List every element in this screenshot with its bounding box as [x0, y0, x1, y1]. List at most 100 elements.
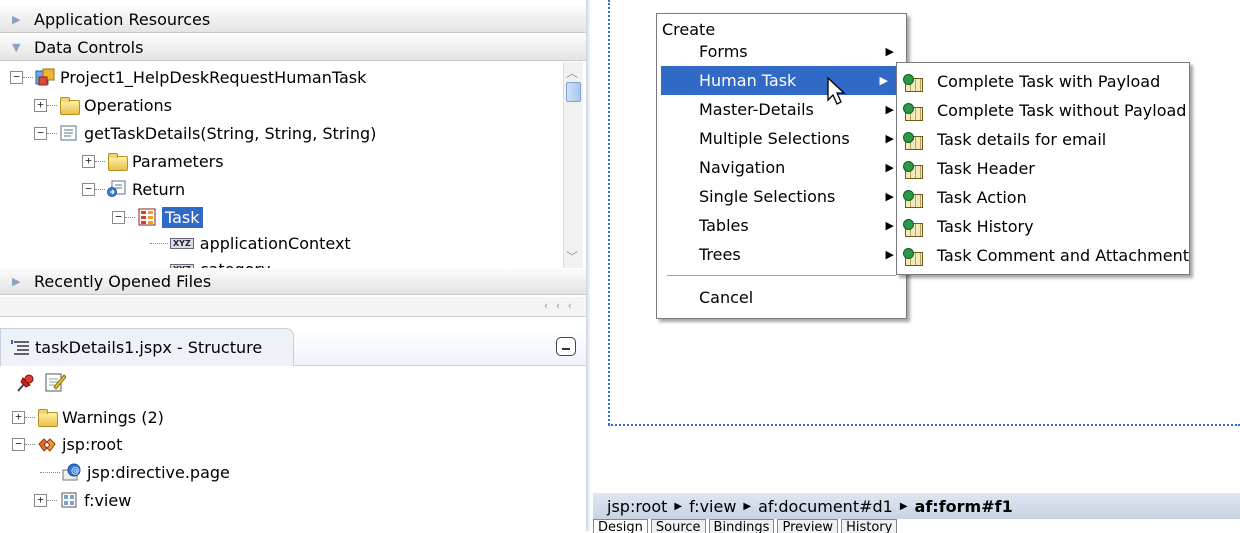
panel-splitter[interactable]	[586, 0, 590, 531]
folder-icon	[59, 96, 80, 115]
warnings-label: Warnings (2)	[62, 407, 164, 427]
jsp-root-label: jsp:root	[62, 434, 123, 454]
tree-row-warnings[interactable]: + Warnings (2)	[12, 404, 164, 430]
tree-vertical-scrollbar[interactable]: ︿ ﹀	[563, 62, 583, 268]
structure-tab[interactable]: taskDetails1.jspx - Structure	[0, 328, 294, 366]
xyz-attribute-icon: XYZ	[170, 237, 194, 249]
mouse-cursor-icon	[826, 76, 848, 110]
breadcrumb-separator-icon: ▶	[674, 500, 683, 512]
task-flow-icon	[903, 247, 923, 266]
form-boundary-bottom	[608, 424, 1240, 426]
submenu-item-label: Complete Task without Payload	[937, 101, 1187, 120]
expand-toggle-icon[interactable]: +	[82, 154, 95, 168]
structure-tab-title: taskDetails1.jspx - Structure	[35, 338, 263, 357]
project-label: Project1_HelpDeskRequestHumanTask	[60, 67, 367, 87]
scroll-up-icon[interactable]: ︿	[566, 64, 578, 81]
tree-row-project[interactable]: − Project1_HelpDeskRequestHumanTask	[10, 64, 366, 90]
collapse-toggle-icon[interactable]: −	[10, 70, 23, 84]
submenu-arrow-icon: ▶	[879, 74, 888, 87]
breadcrumb: jsp:root ▶ f:view ▶ af:document#d1 ▶ af:…	[593, 493, 1240, 519]
collapse-toggle-icon[interactable]: −	[34, 126, 47, 140]
minimize-button[interactable]	[556, 337, 576, 356]
pin-icon[interactable]	[14, 372, 36, 398]
submenu-arrow-icon: ▶	[885, 45, 894, 58]
collapse-triangle-icon: ▼	[12, 41, 21, 54]
breadcrumb-separator-icon: ▶	[743, 500, 752, 512]
menu-item-label: Master-Details	[699, 100, 814, 119]
task-label-selected: Task	[162, 206, 203, 228]
submenu-item-task-header[interactable]: Task Header	[897, 154, 1189, 183]
human-task-submenu: Complete Task with Payload Complete Task…	[896, 62, 1190, 275]
tree-row-operations[interactable]: + Operations	[34, 92, 172, 118]
svg-text:@: @	[71, 466, 80, 476]
overflow-arrows-icon[interactable]: ‹ ‹ ‹	[544, 299, 574, 312]
breadcrumb-item-af-document[interactable]: af:document#d1	[758, 497, 893, 516]
expand-toggle-icon[interactable]: +	[12, 410, 25, 424]
tree-row-directive[interactable]: @ jsp:directive.page	[40, 459, 230, 485]
submenu-arrow-icon: ▶	[885, 161, 894, 174]
scroll-down-icon[interactable]: ﹀	[566, 248, 578, 265]
data-controls-header[interactable]: ▼ Data Controls	[0, 35, 586, 61]
submenu-item-complete-with-payload[interactable]: Complete Task with Payload	[897, 67, 1189, 96]
task-flow-icon	[903, 131, 923, 150]
menu-item-navigation[interactable]: Navigation ▶	[657, 153, 906, 182]
menu-item-master-details[interactable]: Master-Details ▶	[657, 95, 906, 124]
application-resources-label: Application Resources	[34, 10, 211, 29]
directive-icon: @	[62, 463, 82, 481]
folder-icon	[107, 152, 128, 171]
menu-item-cancel[interactable]: Cancel	[657, 283, 906, 312]
submenu-item-label: Task Action	[937, 188, 1027, 207]
menu-item-label: Forms	[699, 42, 748, 61]
submenu-item-label: Task Comment and Attachment	[936, 246, 1189, 265]
submenu-item-label: Task Header	[937, 159, 1035, 178]
menu-item-trees[interactable]: Trees ▶	[657, 240, 906, 269]
expand-toggle-icon[interactable]: +	[34, 493, 47, 507]
submenu-item-task-details-email[interactable]: Task details for email	[897, 125, 1189, 154]
task-flow-icon	[903, 160, 923, 179]
tree-row-task[interactable]: − Task	[112, 204, 203, 230]
edit-properties-icon[interactable]	[44, 371, 67, 397]
submenu-item-task-comment[interactable]: Task Comment and Attachment	[897, 241, 1189, 270]
return-label: Return	[132, 179, 186, 199]
f-view-label: f:view	[84, 490, 132, 510]
collapse-toggle-icon[interactable]: −	[82, 182, 95, 196]
breadcrumb-item-af-form[interactable]: af:form#f1	[915, 497, 1013, 516]
task-flow-icon	[903, 73, 923, 92]
application-resources-header[interactable]: ▶ Application Resources	[0, 7, 586, 33]
navigator-overflow-bar[interactable]: ‹ ‹ ‹	[0, 297, 586, 317]
breadcrumb-item-f-view[interactable]: f:view	[689, 497, 736, 516]
operations-label: Operations	[84, 95, 172, 115]
submenu-arrow-icon: ▶	[885, 219, 894, 232]
tree-row-f-view[interactable]: + f:view	[34, 487, 131, 513]
category-label: category	[200, 260, 271, 269]
directive-label: jsp:directive.page	[87, 462, 230, 482]
submenu-item-complete-without-payload[interactable]: Complete Task without Payload	[897, 96, 1189, 125]
menu-item-tables[interactable]: Tables ▶	[657, 211, 906, 240]
view-component-icon	[59, 491, 79, 509]
collapse-toggle-icon[interactable]: −	[112, 210, 125, 224]
tree-row-return[interactable]: − Return	[82, 176, 185, 202]
menu-item-multiple-selections[interactable]: Multiple Selections ▶	[657, 124, 906, 153]
submenu-item-task-action[interactable]: Task Action	[897, 183, 1189, 212]
tree-row-application-context[interactable]: XYZ applicationContext	[150, 230, 351, 256]
menu-item-single-selections[interactable]: Single Selections ▶	[657, 182, 906, 211]
collapse-toggle-icon[interactable]: −	[12, 437, 25, 451]
scroll-thumb[interactable]	[566, 82, 581, 102]
task-flow-icon	[903, 218, 923, 237]
menu-item-forms[interactable]: Forms ▶	[657, 37, 906, 66]
submenu-item-task-history[interactable]: Task History	[897, 212, 1189, 241]
collection-icon	[137, 208, 157, 226]
menu-item-human-task[interactable]: Human Task ▶	[661, 66, 900, 95]
tree-row-method[interactable]: − getTaskDetails(String, String, String)	[34, 120, 376, 146]
tree-row-jsp-root[interactable]: − jsp:root	[12, 431, 122, 457]
project-icon	[35, 68, 55, 86]
left-panel: ▶ Application Resources ▼ Data Controls …	[0, 0, 590, 531]
submenu-arrow-icon: ▶	[885, 132, 894, 145]
breadcrumb-item-jsp-root[interactable]: jsp:root	[607, 497, 667, 516]
method-icon	[59, 124, 79, 142]
expand-toggle-icon[interactable]: +	[34, 98, 47, 112]
tree-row-parameters[interactable]: + Parameters	[82, 148, 224, 174]
recently-opened-header[interactable]: ▶ Recently Opened Files	[0, 269, 586, 295]
structure-icon	[11, 339, 31, 357]
create-context-menu: Create Forms ▶ Human Task ▶ Master-Detai…	[656, 13, 907, 319]
